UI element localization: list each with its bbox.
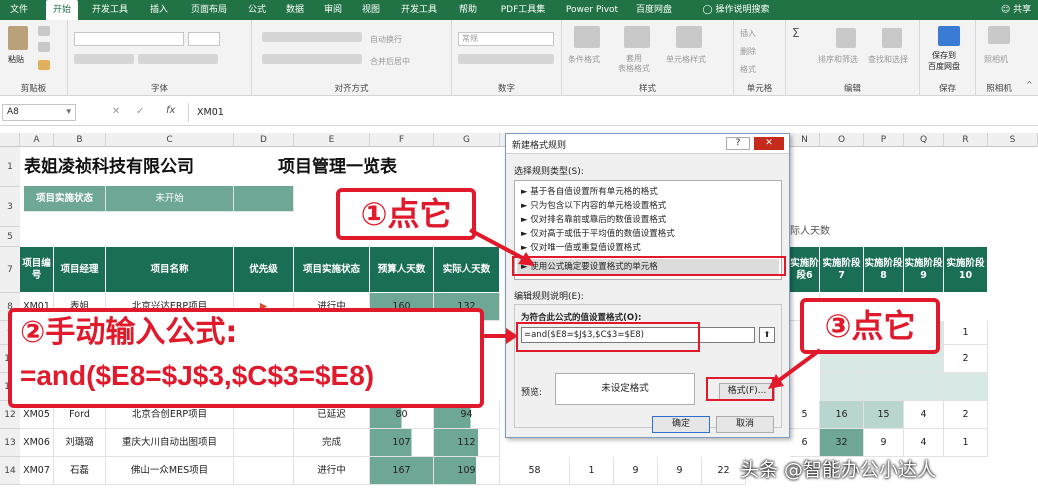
arrow-overlay <box>469 228 822 389</box>
arrow-step-3 <box>772 348 822 386</box>
arrow-step-1 <box>469 228 531 264</box>
arrow-head-2 <box>506 328 518 344</box>
watermark: 头条 @智能办公小达人 <box>740 459 937 481</box>
